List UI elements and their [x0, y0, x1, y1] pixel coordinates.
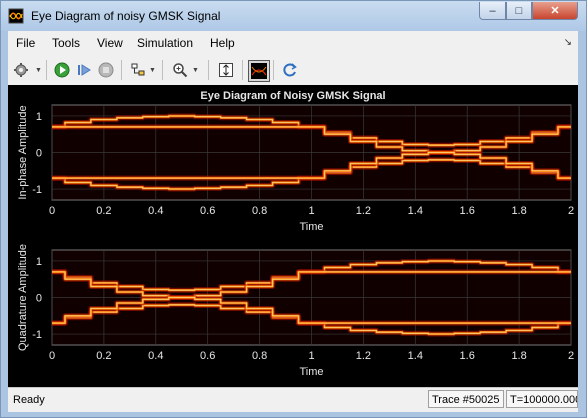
menu-tools[interactable]: Tools [52, 36, 80, 50]
eye-diagram-plots[interactable]: Eye Diagram of Noisy GMSK Signal 0 0.2 0.4… [8, 85, 578, 387]
toolbar-separator [46, 60, 47, 80]
x-tick-label: 1.8 [511, 205, 526, 217]
x-tick-label: 1.8 [511, 350, 526, 362]
zoom-button[interactable] [170, 60, 190, 80]
x-tick-label: 0 [49, 350, 55, 362]
x-tick-label: 2 [568, 350, 574, 362]
quadrature-axes[interactable]: 0 0.2 0.4 0.6 0.8 1 1.2 1.4 1.6 1.8 2 1 0 -1 Time Quadr… [17, 244, 578, 378]
toolbar: ▼ ▼ ▼ [8, 55, 578, 86]
run-icon [54, 62, 70, 78]
undock-arrow-icon[interactable]: ↘ [564, 37, 572, 48]
x-tick-label: 1.2 [356, 350, 371, 362]
window-title: Eye Diagram of noisy GMSK Signal [31, 9, 221, 23]
x-tick-label: 1 [308, 350, 314, 362]
menu-help[interactable]: Help [210, 36, 235, 50]
close-button[interactable]: ✕ [532, 2, 578, 20]
y-tick-label: 1 [36, 111, 42, 123]
x-tick-label: 1.4 [408, 350, 423, 362]
x-tick-label: 0 [49, 205, 55, 217]
trace-counter: Trace #50025 [428, 390, 504, 408]
x-tick-label: 0.8 [252, 350, 267, 362]
menu-file[interactable]: File [16, 36, 35, 50]
toolbar-separator [242, 60, 243, 80]
x-axis-label: Time [299, 366, 323, 378]
maximize-button[interactable]: □ [506, 2, 532, 20]
scope-display[interactable]: Eye Diagram of Noisy GMSK Signal 0 0.2 0.4… [8, 85, 578, 387]
eye-diagram-display-icon [251, 63, 267, 79]
zoom-in-icon [173, 63, 188, 78]
simulation-time: T=100000.000 [506, 390, 578, 408]
highlight-simulink-block-button[interactable] [128, 60, 148, 80]
x-tick-label: 2 [568, 205, 574, 217]
scale-axes-icon [219, 63, 233, 77]
toolbar-separator [162, 60, 163, 80]
status-text: Ready [13, 394, 45, 406]
menu-simulation[interactable]: Simulation [137, 36, 193, 50]
scale-axes-button[interactable] [216, 60, 236, 80]
y-tick-label: -1 [32, 329, 42, 341]
minimize-button[interactable]: – [479, 2, 506, 20]
refresh-button[interactable] [280, 60, 300, 80]
figure-title: Eye Diagram of Noisy GMSK Signal [200, 90, 385, 102]
x-tick-label: 0.2 [96, 205, 111, 217]
eye-diagram-display-button[interactable] [248, 60, 270, 82]
x-tick-label: 1.2 [356, 205, 371, 217]
y-tick-label: 1 [36, 256, 42, 268]
title-bar[interactable]: Eye Diagram of noisy GMSK Signal – □ ✕ [1, 1, 586, 31]
x-tick-label: 0.4 [148, 205, 163, 217]
x-tick-label: 0.4 [148, 350, 163, 362]
run-button[interactable] [52, 60, 72, 80]
x-tick-label: 0.6 [200, 350, 215, 362]
y-tick-label: -1 [32, 184, 42, 196]
x-tick-label: 1.6 [460, 205, 475, 217]
chevron-down-icon[interactable]: ▼ [35, 67, 42, 74]
x-tick-label: 1.6 [460, 350, 475, 362]
gear-icon [14, 63, 28, 77]
x-tick-label: 0.2 [96, 350, 111, 362]
inphase-axes[interactable]: 0 0.2 0.4 0.6 0.8 1 1.2 1.4 1.6 1.8 2 1 0 -1 Time In-ph… [17, 104, 578, 233]
chevron-down-icon[interactable]: ▼ [149, 67, 156, 74]
status-bar: Ready Trace #50025 T=100000.000 [8, 387, 578, 412]
x-tick-label: 0.6 [200, 205, 215, 217]
stop-icon [98, 62, 114, 78]
x-axis-label: Time [299, 221, 323, 233]
step-forward-button[interactable] [74, 60, 94, 80]
chevron-down-icon[interactable]: ▼ [192, 67, 199, 74]
scope-window: Eye Diagram of noisy GMSK Signal – □ ✕ F… [0, 0, 587, 418]
y-tick-label: 0 [36, 148, 42, 160]
toolbar-separator [273, 60, 274, 80]
x-tick-label: 1.4 [408, 205, 423, 217]
y-tick-label: 0 [36, 293, 42, 305]
x-tick-label: 1 [308, 205, 314, 217]
configuration-properties-button[interactable] [11, 60, 31, 80]
x-tick-label: 0.8 [252, 205, 267, 217]
menu-view[interactable]: View [97, 36, 123, 50]
y-axis-label: Quadrature Amplitude [17, 244, 29, 351]
toolbar-separator [121, 60, 122, 80]
y-axis-label: In-phase Amplitude [17, 105, 29, 199]
highlight-icon [131, 63, 145, 76]
stop-button[interactable] [96, 60, 116, 80]
refresh-icon [283, 63, 297, 77]
toolbar-separator [208, 60, 209, 80]
menu-bar: File Tools View Simulation Help ↘ [8, 31, 578, 55]
step-forward-icon [78, 64, 91, 76]
matlab-app-icon [8, 8, 24, 24]
